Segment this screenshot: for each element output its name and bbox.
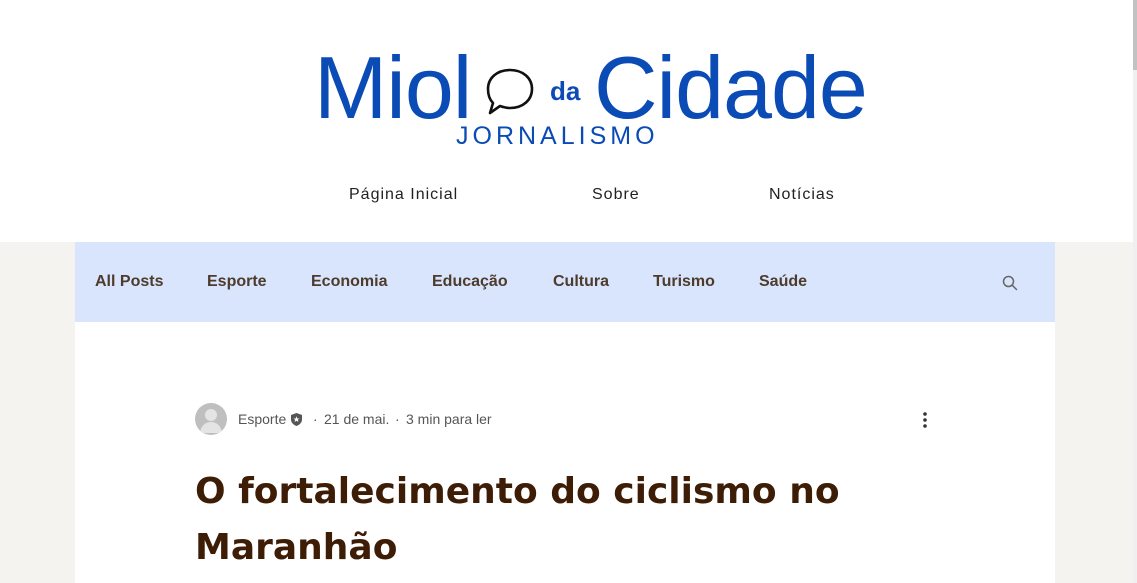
logo-word-miolo: Miol — [314, 38, 472, 137]
category-esporte[interactable]: Esporte — [207, 273, 267, 291]
scrollbar-thumb[interactable] — [1133, 0, 1137, 70]
speech-bubble-icon — [486, 68, 534, 115]
post-date: 21 de mai. — [324, 411, 390, 427]
nav-news-link[interactable]: Notícias — [769, 186, 835, 204]
category-economia[interactable]: Economia — [311, 273, 387, 291]
meta-separator: · — [313, 411, 318, 427]
read-time: 3 min para ler — [406, 411, 492, 427]
top-navigation: Página Inicial Sobre Notícias — [0, 186, 1133, 208]
avatar-placeholder-icon — [200, 409, 222, 433]
category-bar: All Posts Esporte Economia Educação Cult… — [75, 242, 1055, 322]
category-educacao[interactable]: Educação — [432, 273, 508, 291]
site-logo[interactable]: Miol da Cidade JORNALISMO — [314, 38, 894, 158]
author-name[interactable]: Esporte — [238, 411, 286, 427]
page-scrollbar[interactable] — [1133, 0, 1137, 583]
post-card: Esporte · 21 de mai. · 3 min para ler O … — [75, 322, 1055, 583]
nav-about-link[interactable]: Sobre — [592, 186, 640, 204]
search-icon[interactable] — [1001, 274, 1019, 292]
post-title[interactable]: O fortalecimento do ciclismo no Maranhão — [195, 464, 955, 576]
logo-subtitle: JORNALISMO — [456, 122, 659, 150]
category-turismo[interactable]: Turismo — [653, 273, 715, 291]
site-header: Miol da Cidade JORNALISMO Página Inicial… — [0, 0, 1133, 242]
more-vertical-icon[interactable] — [917, 410, 933, 430]
category-cultura[interactable]: Cultura — [553, 273, 609, 291]
meta-separator: · — [395, 411, 400, 427]
nav-home-link[interactable]: Página Inicial — [349, 186, 458, 204]
admin-badge-icon — [291, 413, 302, 426]
category-all-posts[interactable]: All Posts — [95, 273, 163, 291]
category-saude[interactable]: Saúde — [759, 273, 807, 291]
author-avatar[interactable] — [195, 403, 227, 435]
logo-word-da: da — [550, 76, 581, 106]
